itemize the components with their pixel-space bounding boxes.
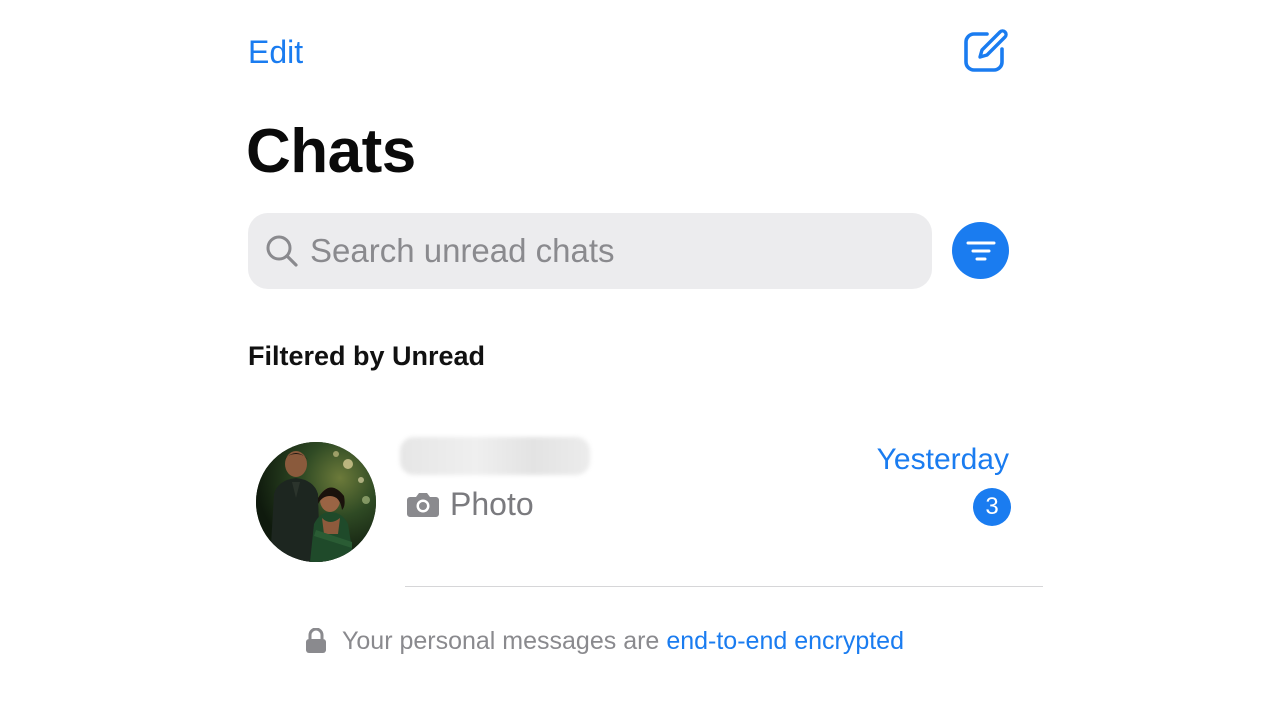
edit-button[interactable]: Edit	[248, 30, 303, 74]
filter-icon	[966, 241, 995, 260]
compose-icon	[964, 29, 1008, 72]
search-icon	[262, 231, 302, 271]
chat-timestamp: Yesterday	[876, 443, 1009, 476]
filter-button[interactable]	[952, 222, 1009, 279]
encryption-text: Your personal messages are	[342, 627, 660, 655]
row-divider	[405, 586, 1043, 587]
filter-section-label: Filtered by Unread	[248, 341, 486, 371]
chat-preview-text: Photo	[450, 486, 534, 522]
search-bar[interactable]	[248, 213, 932, 289]
chat-name	[400, 437, 590, 475]
chat-preview: Photo	[406, 484, 534, 524]
chats-screen: Edit Chats Filtered by Unread	[0, 0, 1280, 720]
search-input[interactable]	[308, 220, 912, 282]
chat-list-item[interactable]: Photo Yesterday 3	[248, 432, 1043, 587]
unread-count-badge: 3	[973, 488, 1011, 526]
encryption-notice: Your personal messages are end-to-end en…	[305, 624, 904, 658]
avatar	[256, 442, 376, 562]
lock-icon	[305, 627, 327, 655]
page-title: Chats	[246, 117, 416, 186]
compose-button[interactable]	[960, 26, 1010, 76]
encryption-link[interactable]: end-to-end encrypted	[666, 624, 904, 658]
camera-icon	[406, 489, 440, 519]
